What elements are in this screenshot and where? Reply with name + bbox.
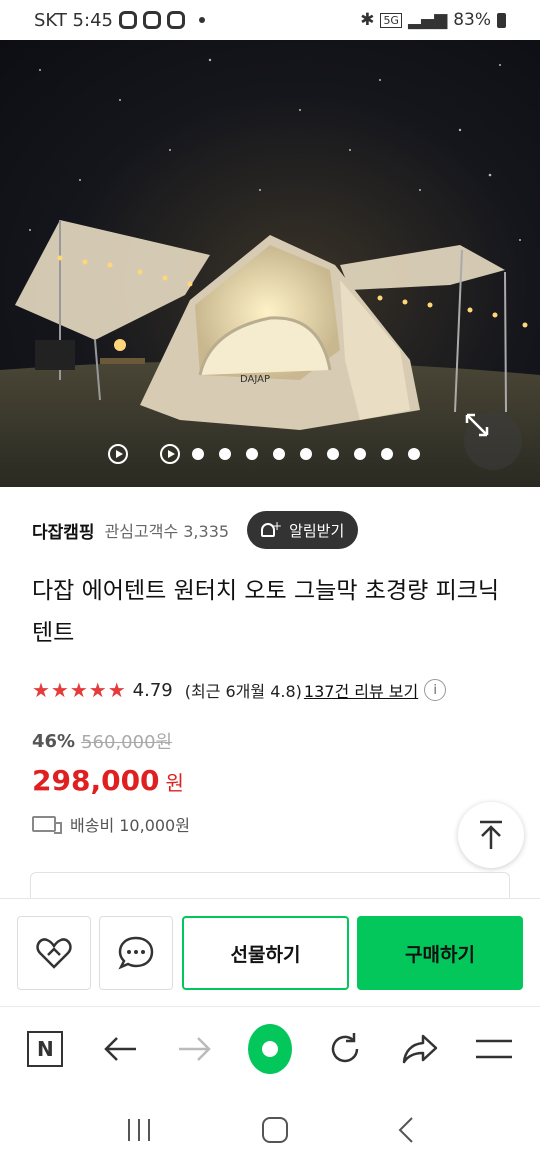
carousel-dot[interactable]: [192, 448, 204, 460]
battery-icon: [497, 12, 506, 28]
system-navigation: [0, 1090, 540, 1170]
refresh-icon: [331, 1032, 359, 1062]
home-icon: [247, 1023, 292, 1074]
expand-button[interactable]: [464, 412, 522, 470]
tent-brand-text: DAJAP: [240, 374, 270, 385]
notification-icon: [166, 11, 185, 29]
carousel-dot[interactable]: [408, 448, 420, 460]
signal-icon: ▂▄▆: [407, 10, 448, 30]
share-icon: [402, 1034, 437, 1063]
shipping-row: 배송비 10,000원: [32, 812, 190, 836]
menu-button[interactable]: [472, 1027, 516, 1071]
alarm-label: 알림받기: [289, 521, 345, 540]
rating-score: 4.79: [132, 679, 173, 701]
carousel-dot[interactable]: [327, 448, 339, 460]
naver-home-button[interactable]: N: [23, 1027, 67, 1071]
store-fans-count: 관심고객수 3,335: [104, 522, 230, 541]
back-arrow-icon: [104, 1036, 137, 1061]
heart-icon: [36, 938, 72, 969]
review-link[interactable]: 137건 리뷰 보기: [304, 678, 418, 702]
bluetooth-icon: ✱: [360, 10, 375, 30]
discount-rate: 46%: [32, 730, 76, 752]
rating-stars: ★★★★★: [32, 678, 127, 702]
n-logo-icon: N: [27, 1030, 64, 1067]
green-home-button[interactable]: [247, 1023, 292, 1074]
purchase-action-bar: 선물하기 구매하기: [0, 898, 540, 1006]
tent-illustration: DAJAP: [0, 58, 540, 487]
discount-row: 46% 560,000원: [32, 728, 172, 754]
info-icon[interactable]: i: [424, 679, 447, 701]
product-title: 다잡 에어텐트 원터치 오토 그늘막 초경량 피크닉 텐트: [32, 578, 500, 646]
price-row: 298,000 원: [32, 764, 184, 797]
refresh-button[interactable]: [323, 1027, 367, 1071]
rating-row: ★★★★★ 4.79 (최근 6개월 4.8) 137건 리뷰 보기 i: [32, 676, 447, 704]
forward-button[interactable]: [173, 1027, 217, 1071]
rating-recent: (최근 6개월 4.8): [184, 682, 302, 701]
stars: [29, 58, 521, 241]
store-name[interactable]: 다잡캠핑: [32, 518, 95, 543]
recent-apps-icon[interactable]: [124, 1117, 154, 1143]
store-row: 다잡캠핑 관심고객수 3,335 알림받기: [32, 510, 512, 550]
status-left: SKT 5:45: [34, 10, 205, 31]
share-button[interactable]: [398, 1027, 442, 1071]
home-nav-icon[interactable]: [261, 1116, 289, 1144]
carousel-indicator[interactable]: [108, 443, 423, 465]
talk-icon: [118, 936, 154, 970]
carousel-video-indicator[interactable]: [108, 444, 128, 464]
carrier-time: SKT 5:45: [34, 9, 113, 31]
talk-button[interactable]: [99, 916, 173, 990]
scroll-top-icon: [480, 820, 502, 849]
truck-icon: [32, 816, 62, 834]
back-button[interactable]: [98, 1027, 142, 1071]
carousel-video-indicator[interactable]: [160, 444, 180, 464]
menu-icon: [476, 1039, 513, 1058]
original-price: 560,000원: [81, 732, 173, 753]
currency-label: 원: [165, 771, 184, 795]
shipping-fee: 배송비 10,000원: [70, 816, 190, 835]
bell-icon: [261, 519, 282, 537]
carousel-dot[interactable]: [381, 448, 393, 460]
carousel-dot[interactable]: [246, 448, 258, 460]
carousel-dot[interactable]: [300, 448, 312, 460]
network-label: 5G: [380, 12, 402, 28]
wishlist-button[interactable]: [17, 916, 91, 990]
carousel-dot[interactable]: [354, 448, 366, 460]
battery-label: 83%: [453, 10, 491, 30]
buy-button[interactable]: 구매하기: [357, 916, 523, 990]
alarm-button[interactable]: 알림받기: [247, 511, 359, 549]
carousel-dot[interactable]: [273, 448, 285, 460]
status-bar: SKT 5:45 ✱ 5G ▂▄▆ 83%: [0, 0, 540, 40]
browser-toolbar: N: [0, 1006, 540, 1090]
forward-arrow-icon: [179, 1036, 211, 1061]
status-right: ✱ 5G ▂▄▆ 83%: [360, 10, 506, 30]
product-image[interactable]: DAJAP: [0, 40, 540, 487]
notification-icon: [142, 11, 161, 29]
carousel-dot[interactable]: [219, 448, 231, 460]
more-notifications-icon: [198, 17, 205, 23]
expand-icon: [465, 413, 489, 437]
sale-price: 298,000: [32, 764, 160, 797]
notification-icon: [118, 11, 137, 29]
back-nav-icon[interactable]: [396, 1116, 416, 1144]
scroll-top-button[interactable]: [458, 802, 524, 868]
gift-button[interactable]: 선물하기: [182, 916, 349, 990]
